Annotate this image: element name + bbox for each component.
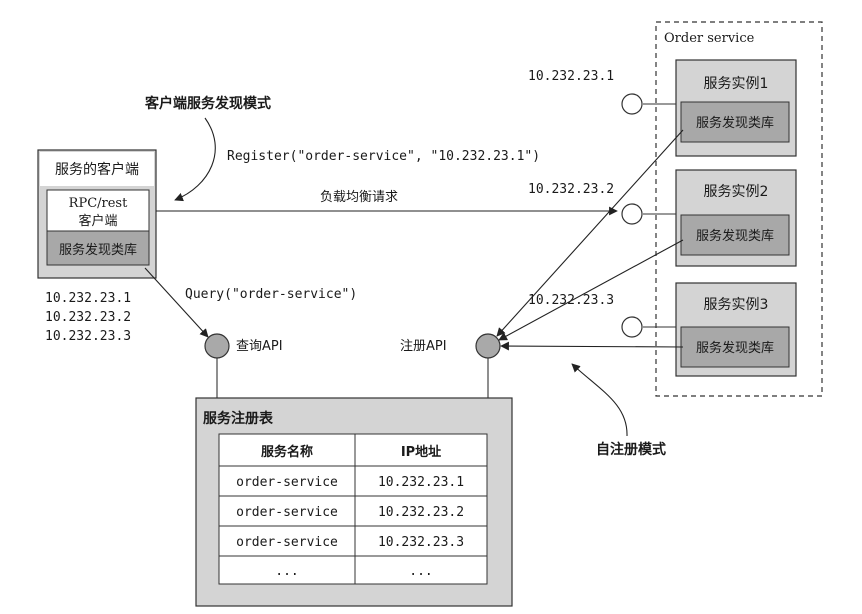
client-ip-1: 10.232.23.1 xyxy=(45,291,131,306)
register-arrow-instance-3 xyxy=(500,341,684,351)
instance-2-name: 服务实例2 xyxy=(704,184,769,200)
service-discovery-diagram: 服务的客户端 RPC/rest 客户端 服务发现类库 10.232.23.1 1… xyxy=(37,21,823,607)
registry-row-4-ip: ... xyxy=(409,564,432,579)
query-call-label: Query("order-service") xyxy=(185,287,357,302)
register-api-label: 注册API xyxy=(400,339,447,354)
registry-row-2-service: order-service xyxy=(236,505,338,520)
order-service-title: Order service xyxy=(664,31,755,46)
instance-endpoints: 10.232.23.1 10.232.23.2 10.232.23.3 xyxy=(528,69,676,338)
registry-row-3-service: order-service xyxy=(236,535,338,550)
instance-2-discovery-library: 服务发现类库 xyxy=(696,228,774,244)
registry-row-3-ip: 10.232.23.3 xyxy=(378,535,464,550)
instance-1-endpoint xyxy=(621,93,643,115)
registry-row-2-ip: 10.232.23.2 xyxy=(378,505,464,520)
service-client-box: 服务的客户端 RPC/rest 客户端 服务发现类库 xyxy=(37,149,157,279)
registry-row-1-service: order-service xyxy=(236,475,338,490)
instance-2-ip: 10.232.23.2 xyxy=(528,182,614,197)
registry-header-ip-address: IP地址 xyxy=(401,444,441,460)
instance-1-ip: 10.232.23.1 xyxy=(528,69,614,84)
register-api-endpoint xyxy=(475,333,501,359)
instance-3-discovery-library: 服务发现类库 xyxy=(696,340,774,356)
registry-title: 服务注册表 xyxy=(203,410,274,427)
self-registration-pattern-label: 自注册模式 xyxy=(596,441,666,458)
query-api-label: 查询API xyxy=(236,339,283,354)
registry-row-4-service: ... xyxy=(275,564,298,579)
rpc-client-label-line1: RPC/rest xyxy=(69,196,128,211)
rpc-client-label-line2: 客户端 xyxy=(78,213,117,229)
client-ip-list: 10.232.23.1 10.232.23.2 10.232.23.3 xyxy=(45,291,131,344)
registry-header-service-name: 服务名称 xyxy=(261,444,313,460)
client-ip-3: 10.232.23.3 xyxy=(45,329,131,344)
instance-1-discovery-library: 服务发现类库 xyxy=(696,115,774,131)
service-instance-2: 服务实例2 服务发现类库 xyxy=(675,169,797,267)
query-api-endpoint xyxy=(204,333,230,359)
client-pattern-pointer-arrow xyxy=(174,117,216,202)
service-instance-1: 服务实例1 服务发现类库 xyxy=(675,59,797,157)
registry-row-1-ip: 10.232.23.1 xyxy=(378,475,464,490)
client-title: 服务的客户端 xyxy=(55,161,139,178)
client-discovery-pattern-label: 客户端服务发现模式 xyxy=(144,95,271,112)
order-service-group: Order service 服务实例1 服务发现类库 服务实例2 服务发现类库 … xyxy=(655,21,823,397)
client-discovery-library: 服务发现类库 xyxy=(59,242,137,258)
instance-1-name: 服务实例1 xyxy=(704,76,769,92)
service-instance-3: 服务实例3 服务发现类库 xyxy=(675,282,797,377)
self-registration-pointer-arrow xyxy=(571,363,628,437)
instance-3-name: 服务实例3 xyxy=(704,297,769,313)
query-arrow xyxy=(144,267,209,338)
service-registry: 服务注册表 服务名称 IP地址 order-service 10.232.23.… xyxy=(195,397,513,607)
load-balance-request-label: 负载均衡请求 xyxy=(320,190,398,205)
instance-3-endpoint xyxy=(621,316,643,338)
client-ip-2: 10.232.23.2 xyxy=(45,310,131,325)
register-call-label: Register("order-service", "10.232.23.1") xyxy=(227,149,540,164)
instance-2-endpoint xyxy=(621,203,643,225)
